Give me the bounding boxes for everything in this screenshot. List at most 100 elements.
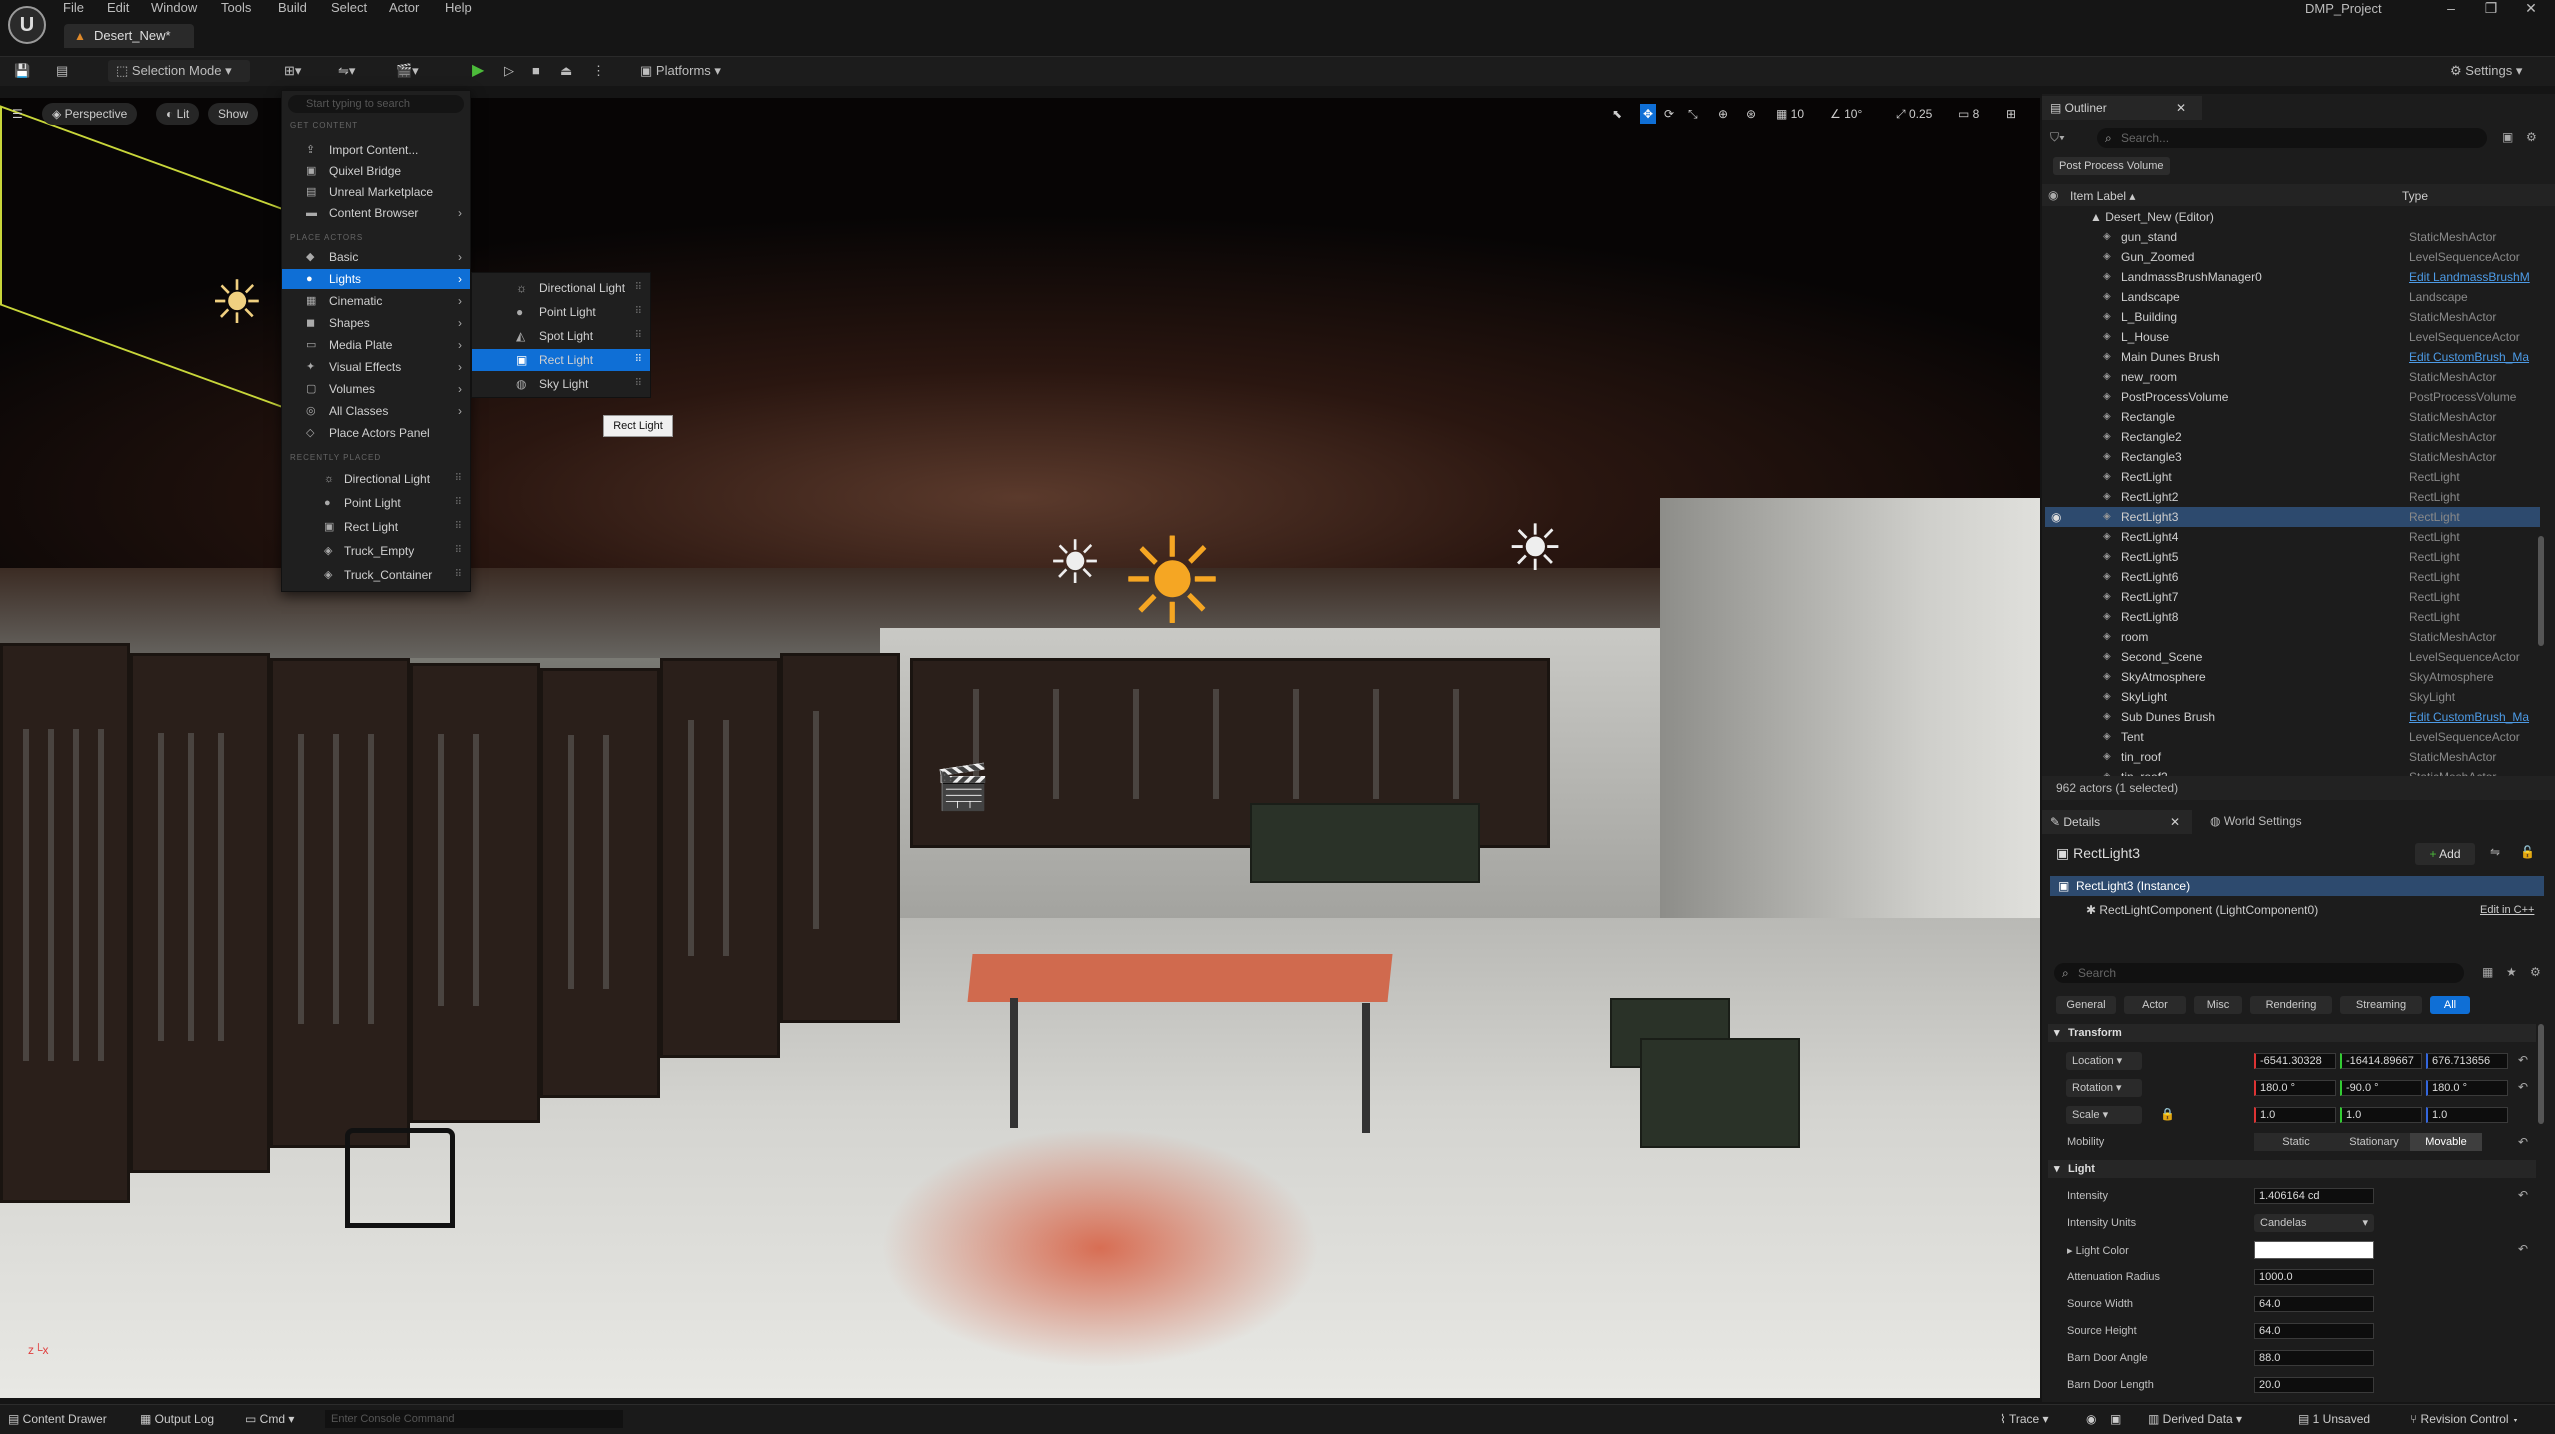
outliner-search-input[interactable]: ⌕ Search... xyxy=(2097,128,2487,148)
outliner-row[interactable]: ◈ RectLight5 RectLight xyxy=(2045,547,2540,567)
location-y[interactable]: -16414.89667 xyxy=(2340,1053,2422,1069)
barn-door-length-field[interactable]: 20.0 xyxy=(2254,1377,2374,1393)
select-tool-icon[interactable]: ⬉ xyxy=(1612,104,1622,124)
perspective-button[interactable]: ◈ Perspective xyxy=(42,103,138,125)
reset-light-color-icon[interactable]: ↶ xyxy=(2518,1242,2528,1256)
menu-shapes[interactable]: ◼ Shapes › xyxy=(282,313,470,333)
menu-tools[interactable]: Tools xyxy=(221,0,251,16)
level-sequence-icon[interactable]: 🎬 xyxy=(935,758,995,818)
revision-control-button[interactable]: ⑂ Revision Control ▾ xyxy=(2410,1410,2519,1428)
browse-icon[interactable]: ▤ xyxy=(56,60,68,82)
submenu-rect-light[interactable]: ▣ Rect Light ⠿ xyxy=(472,349,650,371)
edit-in-cpp-link[interactable]: Edit in C++ xyxy=(2480,904,2534,916)
menu-build[interactable]: Build xyxy=(278,0,307,16)
console-input[interactable]: Enter Console Command xyxy=(325,1410,623,1428)
drag-grip-icon[interactable]: ⠿ xyxy=(455,493,462,513)
level-tab[interactable]: ▲ Desert_New* xyxy=(64,24,194,48)
drag-grip-icon[interactable]: ⠿ xyxy=(635,349,642,371)
filter-misc[interactable]: Misc xyxy=(2194,996,2242,1014)
location-z[interactable]: 676.713656 xyxy=(2426,1053,2508,1069)
outliner-settings-icon[interactable]: ⚙ xyxy=(2526,130,2537,144)
outliner-row[interactable]: ◈ PostProcessVolume PostProcessVolume xyxy=(2045,387,2540,407)
outliner-row[interactable]: ◈ RectLight7 RectLight xyxy=(2045,587,2540,607)
attenuation-field[interactable]: 1000.0 xyxy=(2254,1269,2374,1285)
recent-truck-empty[interactable]: ◈ Truck_Empty ⠿ xyxy=(282,541,470,561)
menu-help[interactable]: Help xyxy=(445,0,472,16)
filter-chip[interactable]: Post Process Volume xyxy=(2053,157,2170,175)
outliner-row[interactable]: ◈ Gun_Zoomed LevelSequenceActor xyxy=(2045,247,2540,267)
location-dropdown[interactable]: Location ▾ xyxy=(2066,1052,2142,1070)
menu-import-content[interactable]: ⇪ Import Content... xyxy=(282,140,470,160)
filter-rendering[interactable]: Rendering xyxy=(2250,996,2332,1014)
outliner-row[interactable]: ◈ Sub Dunes Brush Edit CustomBrush_Ma xyxy=(2045,707,2540,727)
stop-icon[interactable]: ■ xyxy=(532,60,540,82)
output-log-button[interactable]: ▦ Output Log xyxy=(140,1410,214,1428)
world-settings-tab[interactable]: ◍ World Settings xyxy=(2210,814,2302,828)
outliner-row[interactable]: ◈ RectLight RectLight xyxy=(2045,467,2540,487)
outliner-tab[interactable]: ▤ Outliner ✕ xyxy=(2042,96,2202,120)
more-options-icon[interactable]: ⋮ xyxy=(592,60,605,82)
trace-button[interactable]: ⌇ Trace ▾ xyxy=(2000,1410,2049,1428)
menu-unreal-marketplace[interactable]: ▤ Unreal Marketplace xyxy=(282,182,470,202)
outliner-row[interactable]: ◈ Rectangle3 StaticMeshActor xyxy=(2045,447,2540,467)
close-tab-icon[interactable]: ✕ xyxy=(2170,810,2180,834)
visibility-icon[interactable]: ◉ xyxy=(2051,507,2061,527)
mobility-static[interactable]: Static xyxy=(2254,1133,2338,1151)
drag-grip-icon[interactable]: ⠿ xyxy=(635,325,642,347)
submenu-directional-light[interactable]: ☼ Directional Light ⠿ xyxy=(472,277,650,299)
outliner-row[interactable]: ◈ room StaticMeshActor xyxy=(2045,627,2540,647)
favorite-icon[interactable]: ★ xyxy=(2506,965,2517,979)
details-settings-icon[interactable]: ⚙ xyxy=(2530,965,2541,979)
filter-all[interactable]: All xyxy=(2430,996,2470,1014)
drag-grip-icon[interactable]: ⠿ xyxy=(455,565,462,585)
scale-snap-button[interactable]: ⤢ 0.25 xyxy=(1896,104,1932,124)
component-row[interactable]: ✱ RectLightComponent (LightComponent0) xyxy=(2086,903,2318,917)
settings-button[interactable]: ⚙ Settings ▾ xyxy=(2450,60,2522,82)
lit-button[interactable]: ◐ Lit xyxy=(156,103,200,125)
outliner-row[interactable]: ◉ ◈ RectLight3 RectLight xyxy=(2045,507,2540,527)
source-width-field[interactable]: 64.0 xyxy=(2254,1296,2374,1312)
menu-search-input[interactable]: Start typing to search xyxy=(288,95,464,113)
menu-file[interactable]: File xyxy=(63,0,84,16)
light-section[interactable]: ▾ Light xyxy=(2048,1160,2536,1178)
drag-grip-icon[interactable]: ⠿ xyxy=(635,373,642,395)
light-color-swatch[interactable] xyxy=(2254,1241,2374,1259)
outliner-row[interactable]: ◈ RectLight6 RectLight xyxy=(2045,567,2540,587)
outliner-row[interactable]: ◈ tin_roof StaticMeshActor xyxy=(2045,747,2540,767)
details-search-input[interactable]: ⌕ Search xyxy=(2054,963,2464,983)
unsaved-button[interactable]: ▤ 1 Unsaved xyxy=(2298,1410,2370,1428)
reset-intensity-icon[interactable]: ↶ xyxy=(2518,1188,2528,1202)
move-tool-icon[interactable]: ✥ xyxy=(1640,104,1657,124)
drag-grip-icon[interactable]: ⠿ xyxy=(455,469,462,489)
viewport-menu-icon[interactable]: ☰ xyxy=(12,104,23,124)
outliner-row[interactable]: ◈ Main Dunes Brush Edit CustomBrush_Ma xyxy=(2045,347,2540,367)
column-item-label[interactable]: Item Label ▴ xyxy=(2070,189,2135,203)
outliner-row[interactable]: ◈ Rectangle StaticMeshActor xyxy=(2045,407,2540,427)
outliner-scrollbar[interactable] xyxy=(2538,536,2544,646)
play-icon[interactable]: ▶ xyxy=(472,60,484,82)
maximize-icon[interactable]: ❐ xyxy=(2476,0,2506,16)
rotation-snap-button[interactable]: ∠ 10° xyxy=(1830,104,1862,124)
outliner-row-type[interactable]: Edit CustomBrush_Ma xyxy=(2409,707,2529,727)
transform-section[interactable]: ▾ Transform xyxy=(2048,1024,2536,1042)
save-icon[interactable]: 💾 xyxy=(14,60,30,82)
menu-lights[interactable]: ● Lights › xyxy=(282,269,470,289)
record-icon[interactable]: ◉ xyxy=(2086,1410,2096,1428)
minimize-icon[interactable]: – xyxy=(2436,0,2466,16)
outliner-row[interactable]: ◈ Rectangle2 StaticMeshActor xyxy=(2045,427,2540,447)
menu-volumes[interactable]: ▢ Volumes › xyxy=(282,379,470,399)
outliner-row[interactable]: ◈ L_House LevelSequenceActor xyxy=(2045,327,2540,347)
mobility-movable[interactable]: Movable xyxy=(2410,1133,2482,1151)
rotation-x[interactable]: 180.0 ° xyxy=(2254,1080,2336,1096)
mobility-stationary[interactable]: Stationary xyxy=(2338,1133,2410,1151)
add-actor-icon[interactable]: ⊞▾ xyxy=(284,60,301,82)
scale-y[interactable]: 1.0 xyxy=(2340,1107,2422,1123)
world-local-icon[interactable]: ⊕ xyxy=(1718,104,1728,124)
rotate-tool-icon[interactable]: ⟳ xyxy=(1664,104,1674,124)
outliner-row-type[interactable]: Edit CustomBrush_Ma xyxy=(2409,347,2529,367)
details-scrollbar[interactable] xyxy=(2538,1024,2544,1124)
menu-media-plate[interactable]: ▭ Media Plate › xyxy=(282,335,470,355)
menu-place-actors-panel[interactable]: ◇ Place Actors Panel xyxy=(282,423,470,443)
intensity-units-dropdown[interactable]: Candelas ▾ xyxy=(2254,1214,2374,1232)
lock-icon[interactable]: 🔓 xyxy=(2520,845,2535,859)
